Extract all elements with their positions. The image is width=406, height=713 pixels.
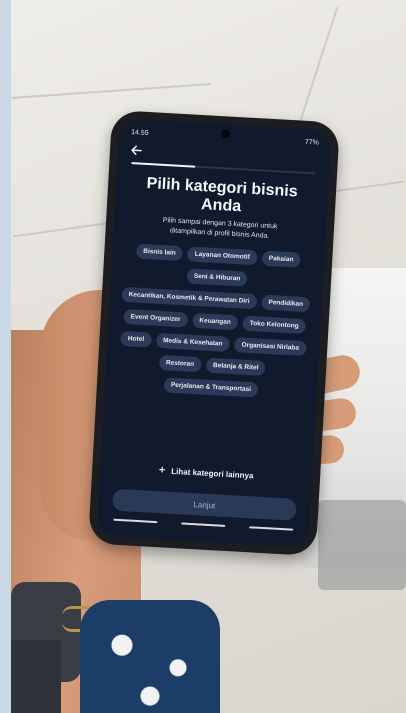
plus-icon: + <box>158 464 166 477</box>
category-chip[interactable]: Belanja & Ritel <box>205 357 266 376</box>
status-time: 14.55 <box>130 128 149 137</box>
page-subtitle: Pilih sampai dengan 3 kategori untuk dit… <box>131 214 308 244</box>
category-chip[interactable]: Pendidikan <box>261 294 311 313</box>
nav-recents-indicator[interactable] <box>113 518 158 524</box>
category-chip[interactable]: Perjalanan & Transportasi <box>163 377 259 398</box>
status-battery: 77% <box>304 138 319 147</box>
category-chip[interactable]: Restoran <box>158 354 202 373</box>
bag-handle-shadow <box>318 500 406 590</box>
left-border-strip <box>0 0 11 713</box>
category-chip[interactable]: Seni & Hiburan <box>186 268 248 287</box>
more-categories-link[interactable]: + Lihat kategori lainnya <box>100 462 312 484</box>
nav-home-indicator[interactable] <box>181 522 226 527</box>
category-chip[interactable]: Kecantikan, Kosmetik & Perawatan Diri <box>121 286 257 310</box>
progress-track <box>131 162 316 175</box>
arrow-left-icon[interactable] <box>129 143 144 158</box>
category-chip[interactable]: Hotel <box>120 330 152 348</box>
phone-screen: 14.55 77% Pilih kategori bisnis Anda Pil… <box>96 118 332 548</box>
page-title: Pilih kategori bisnis Anda <box>129 174 315 220</box>
category-chip[interactable]: Layanan Otomotif <box>187 246 258 266</box>
category-chip[interactable]: Pakaian <box>261 250 301 268</box>
category-chip[interactable]: Medis & Kesehatan <box>155 332 231 352</box>
category-chip[interactable]: Event Organizer <box>123 308 188 328</box>
category-chip[interactable]: Organisasi Nirlaba <box>234 337 307 357</box>
watch-band <box>11 640 61 713</box>
progress-fill <box>131 162 196 168</box>
smartphone: 14.55 77% Pilih kategori bisnis Anda Pil… <box>88 109 340 557</box>
navigation-bar <box>113 518 294 531</box>
category-chip-list: Bisnis lain Layanan Otomotif Pakaian Sen… <box>115 243 315 400</box>
category-chip[interactable]: Bisnis lain <box>135 243 184 262</box>
more-categories-label: Lihat kategori lainnya <box>171 466 254 480</box>
nav-back-indicator[interactable] <box>249 526 294 531</box>
category-chip[interactable]: Keuangan <box>191 312 239 331</box>
batik-cloth <box>80 600 220 713</box>
category-chip[interactable]: Toko Kelontong <box>242 315 307 335</box>
next-button[interactable]: Lanjut <box>111 488 297 521</box>
